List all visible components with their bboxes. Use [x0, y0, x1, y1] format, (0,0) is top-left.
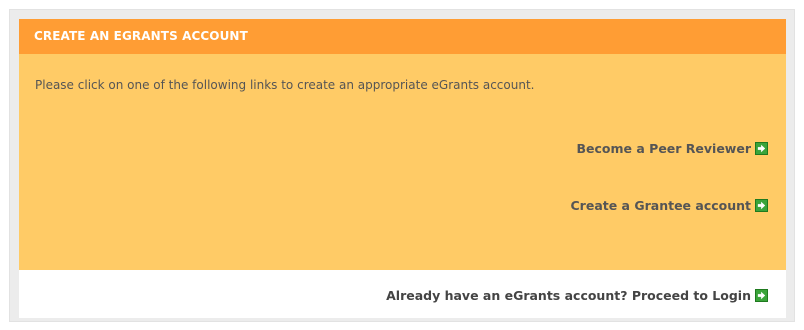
panel-footer: Already have an eGrants account? Proceed… — [19, 270, 786, 318]
proceed-to-login-label: Already have an eGrants account? Proceed… — [386, 288, 751, 303]
become-peer-reviewer-link[interactable]: Become a Peer Reviewer — [577, 141, 768, 156]
arrow-right-icon[interactable] — [755, 289, 768, 302]
create-grantee-account-label: Create a Grantee account — [570, 198, 752, 213]
panel-title: CREATE AN EGRANTS ACCOUNT — [19, 19, 786, 54]
panel-body: Please click on one of the following lin… — [19, 54, 786, 270]
intro-text: Please click on one of the following lin… — [35, 78, 535, 92]
page-frame: CREATE AN EGRANTS ACCOUNT Please click o… — [9, 9, 795, 322]
create-grantee-account-link[interactable]: Create a Grantee account — [570, 198, 768, 213]
become-peer-reviewer-label: Become a Peer Reviewer — [576, 141, 751, 156]
arrow-right-icon[interactable] — [755, 199, 768, 212]
create-account-panel: CREATE AN EGRANTS ACCOUNT Please click o… — [19, 19, 786, 318]
arrow-right-icon[interactable] — [755, 142, 768, 155]
proceed-to-login-link[interactable]: Already have an eGrants account? Proceed… — [386, 288, 768, 303]
